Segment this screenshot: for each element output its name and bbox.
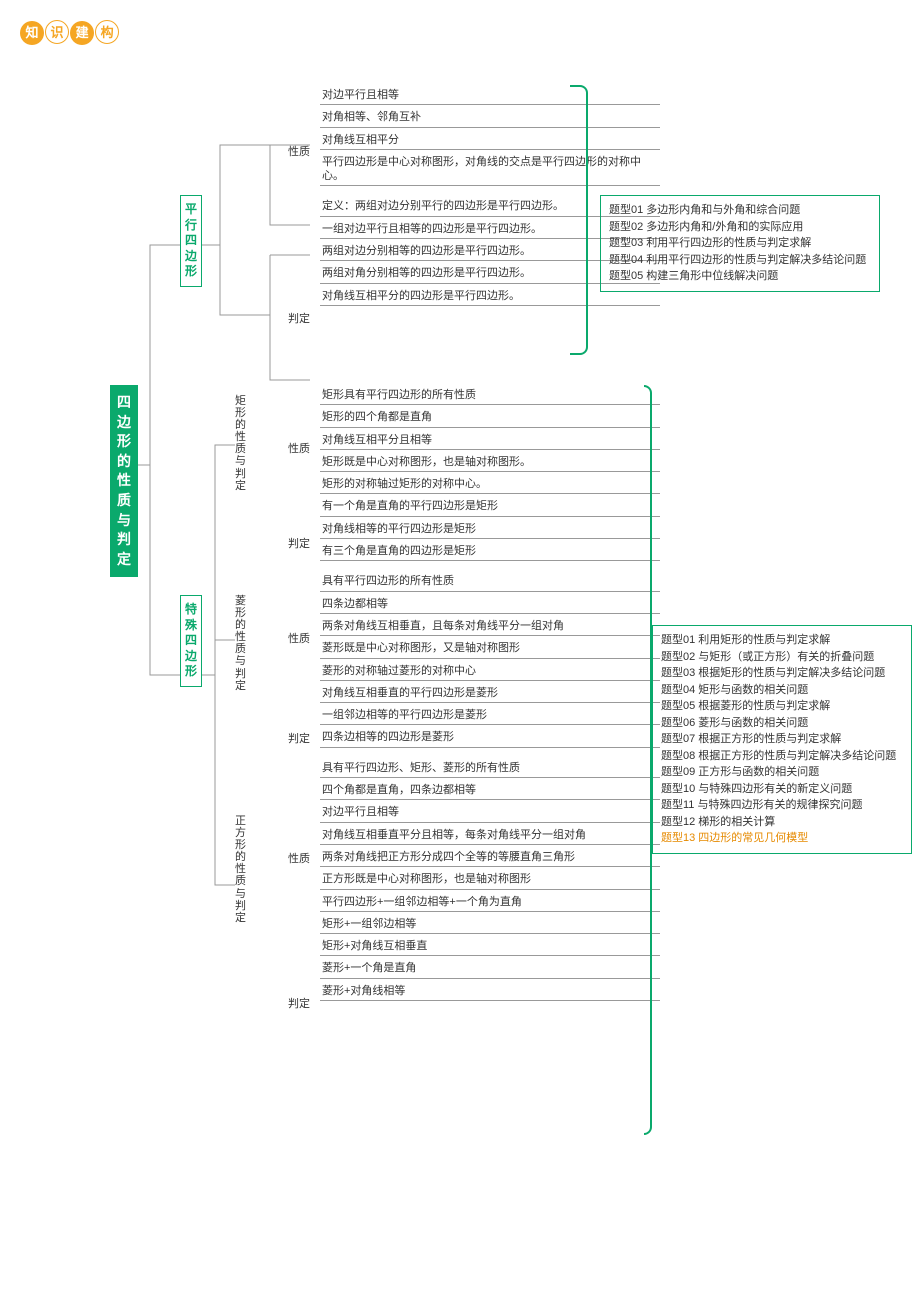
group-label: 判定 xyxy=(270,310,310,326)
subgroup-label: 正方形的性质与判定 xyxy=(235,815,253,924)
topic-row: 题型07 根据正方形的性质与判定求解 xyxy=(661,731,903,748)
topic-row: 题型01 利用矩形的性质与判定求解 xyxy=(661,632,903,649)
main-diagram: 四边形的性质与判定 平行四边形 特殊四边形 性质 对边平行且相等对角相等、邻角互… xyxy=(20,85,900,1185)
topics-box-2: 题型01 利用矩形的性质与判定求解题型02 与矩形（或正方形）有关的折叠问题题型… xyxy=(652,625,912,854)
leaf-item: 对边平行且相等 xyxy=(320,85,660,105)
group-label: 性质 xyxy=(270,440,310,456)
leaf-item: 一组邻边相等的平行四边形是菱形 xyxy=(320,705,660,725)
topic-row: 题型01 多边形内角和与外角和综合问题 xyxy=(609,202,871,219)
logo-char: 知 xyxy=(20,21,44,45)
diagram-container: 知 识 建 构 四边形的性质与判定 平行四边形 特殊四边形 xyxy=(20,20,900,1185)
leaf-item: 菱形+对角线相等 xyxy=(320,981,660,1001)
topic-row: 题型06 菱形与函数的相关问题 xyxy=(661,715,903,732)
leaf-item: 具有平行四边形的所有性质 xyxy=(320,571,660,591)
root-node: 四边形的性质与判定 xyxy=(110,385,138,577)
topics-box-1: 题型01 多边形内角和与外角和综合问题题型02 多边形内角和/外角和的实际应用题… xyxy=(600,195,880,292)
topic-row: 题型02 与矩形（或正方形）有关的折叠问题 xyxy=(661,649,903,666)
root-label: 四边形的性质与判定 xyxy=(116,393,132,569)
topic-row: 题型11 与特殊四边形有关的规律探究问题 xyxy=(661,797,903,814)
leaf-item: 菱形的对称轴过菱形的对称中心 xyxy=(320,661,660,681)
group-label: 性质 xyxy=(270,630,310,646)
topic-row: 题型02 多边形内角和/外角和的实际应用 xyxy=(609,219,871,236)
leaf-item: 四个角都是直角，四条边都相等 xyxy=(320,780,660,800)
topic-row: 题型03 根据矩形的性质与判定解决多结论问题 xyxy=(661,665,903,682)
leaf-item: 有三个角是直角的四边形是矩形 xyxy=(320,541,660,561)
topic-row: 题型05 构建三角形中位线解决问题 xyxy=(609,268,871,285)
topic-row: 题型03 利用平行四边形的性质与判定求解 xyxy=(609,235,871,252)
subgroup-label: 菱形的性质与判定 xyxy=(235,595,253,692)
group-label: 判定 xyxy=(270,730,310,746)
leaf-item: 对角线相等的平行四边形是矩形 xyxy=(320,519,660,539)
section2-col: 矩形的性质与判定 性质 矩形具有平行四边形的所有性质矩形的四个角都是直角对角线互… xyxy=(320,385,660,1003)
leaf-item: 平行四边形+一组邻边相等+一个角为直角 xyxy=(320,892,660,912)
leaf-item: 对角线互相平分 xyxy=(320,130,660,150)
leaf-item: 四条边都相等 xyxy=(320,594,660,614)
group-label: 判定 xyxy=(270,995,310,1011)
subgroup-label: 矩形的性质与判定 xyxy=(235,395,253,492)
topic-row: 题型08 根据正方形的性质与判定解决多结论问题 xyxy=(661,748,903,765)
topic-row: 题型10 与特殊四边形有关的新定义问题 xyxy=(661,781,903,798)
leaf-item: 矩形+一组邻边相等 xyxy=(320,914,660,934)
topic-row: 题型04 矩形与函数的相关问题 xyxy=(661,682,903,699)
logo-char: 识 xyxy=(45,20,69,44)
topic-row: 题型09 正方形与函数的相关问题 xyxy=(661,764,903,781)
leaf-item: 正方形既是中心对称图形，也是轴对称图形 xyxy=(320,869,660,889)
group-label: 性质 xyxy=(270,850,310,866)
leaf-item: 具有平行四边形、矩形、菱形的所有性质 xyxy=(320,758,660,778)
logo-char: 建 xyxy=(70,21,94,45)
topic-row: 题型13 四边形的常见几何模型 xyxy=(661,830,903,847)
level1-top: 平行四边形 xyxy=(180,195,202,287)
level1-bot: 特殊四边形 xyxy=(180,595,202,687)
leaf-item: 对边平行且相等 xyxy=(320,802,660,822)
leaf-item: 两条对角线互相垂直，且每条对角线平分一组对角 xyxy=(320,616,660,636)
bracket-icon xyxy=(570,85,588,355)
l1-label: 平行四边形 xyxy=(185,202,197,280)
leaf-item: 对角线互相垂直的平行四边形是菱形 xyxy=(320,683,660,703)
leaf-item: 菱形既是中心对称图形，又是轴对称图形 xyxy=(320,638,660,658)
leaf-item: 四条边相等的四边形是菱形 xyxy=(320,727,660,747)
topic-row: 题型05 根据菱形的性质与判定求解 xyxy=(661,698,903,715)
group-label: 性质 xyxy=(270,143,310,159)
topic-row: 题型04 利用平行四边形的性质与判定解决多结论问题 xyxy=(609,252,871,269)
leaf-item: 对角相等、邻角互补 xyxy=(320,107,660,127)
logo: 知 识 建 构 xyxy=(20,20,900,45)
leaf-item: 对角线互相垂直平分且相等，每条对角线平分一组对角 xyxy=(320,825,660,845)
leaf-item: 有一个角是直角的平行四边形是矩形 xyxy=(320,496,660,516)
topic-row: 题型12 梯形的相关计算 xyxy=(661,814,903,831)
leaf-item: 两条对角线把正方形分成四个全等的等腰直角三角形 xyxy=(320,847,660,867)
leaf-item: 矩形的对称轴过矩形的对称中心。 xyxy=(320,474,660,494)
leaf-item: 矩形的四个角都是直角 xyxy=(320,407,660,427)
leaf-item: 菱形+一个角是直角 xyxy=(320,958,660,978)
bracket-icon xyxy=(644,385,652,1135)
logo-char: 构 xyxy=(95,20,119,44)
l1-label: 特殊四边形 xyxy=(185,602,197,680)
leaf-item: 平行四边形是中心对称图形，对角线的交点是平行四边形的对称中心。 xyxy=(320,152,660,187)
leaf-item: 对角线互相平分且相等 xyxy=(320,430,660,450)
leaf-item: 矩形具有平行四边形的所有性质 xyxy=(320,385,660,405)
group-label: 判定 xyxy=(270,535,310,551)
leaf-item: 矩形+对角线互相垂直 xyxy=(320,936,660,956)
leaf-item: 矩形既是中心对称图形，也是轴对称图形。 xyxy=(320,452,660,472)
